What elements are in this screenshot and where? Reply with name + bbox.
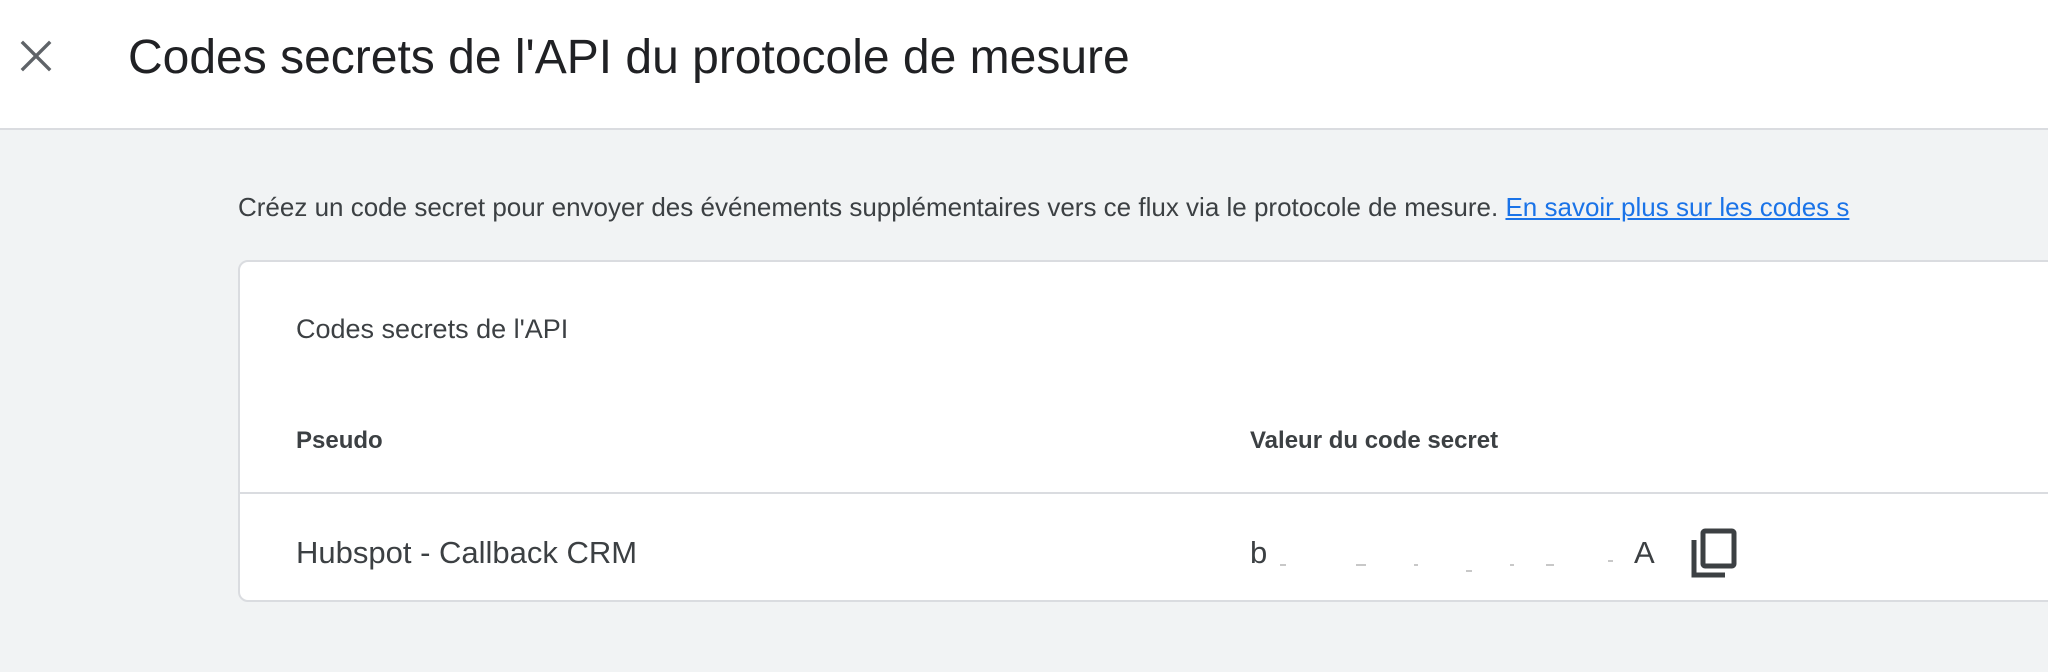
column-header-secret-value: Valeur du code secret: [1250, 427, 1499, 454]
column-header-pseudo: Pseudo: [296, 427, 383, 454]
secret-value: b A: [1250, 534, 1660, 574]
page-title: Codes secrets de l'API du protocole de m…: [128, 31, 1130, 84]
secret-value-start: b: [1250, 535, 1268, 570]
learn-more-link[interactable]: En savoir plus sur les codes s: [1505, 192, 1849, 222]
copy-secret-button[interactable]: [1688, 526, 1740, 580]
intro-text: Créez un code secret pour envoyer des év…: [238, 190, 1849, 224]
api-secrets-card: Codes secrets de l'API Pseudo Valeur du …: [238, 260, 2048, 602]
card-title: Codes secrets de l'API: [296, 314, 569, 344]
secret-value-end: A: [1634, 535, 1655, 570]
secret-redaction: [1278, 534, 1628, 574]
copy-icon: [1691, 528, 1737, 578]
intro-description: Créez un code secret pour envoyer des év…: [238, 192, 1499, 222]
row-divider: [240, 492, 2048, 494]
close-icon: [20, 40, 52, 72]
secret-pseudo: Hubspot - Callback CRM: [296, 535, 638, 570]
main-content: Créez un code secret pour envoyer des év…: [0, 130, 2048, 672]
dialog-header: Codes secrets de l'API du protocole de m…: [0, 0, 2048, 130]
close-button[interactable]: [10, 30, 62, 82]
